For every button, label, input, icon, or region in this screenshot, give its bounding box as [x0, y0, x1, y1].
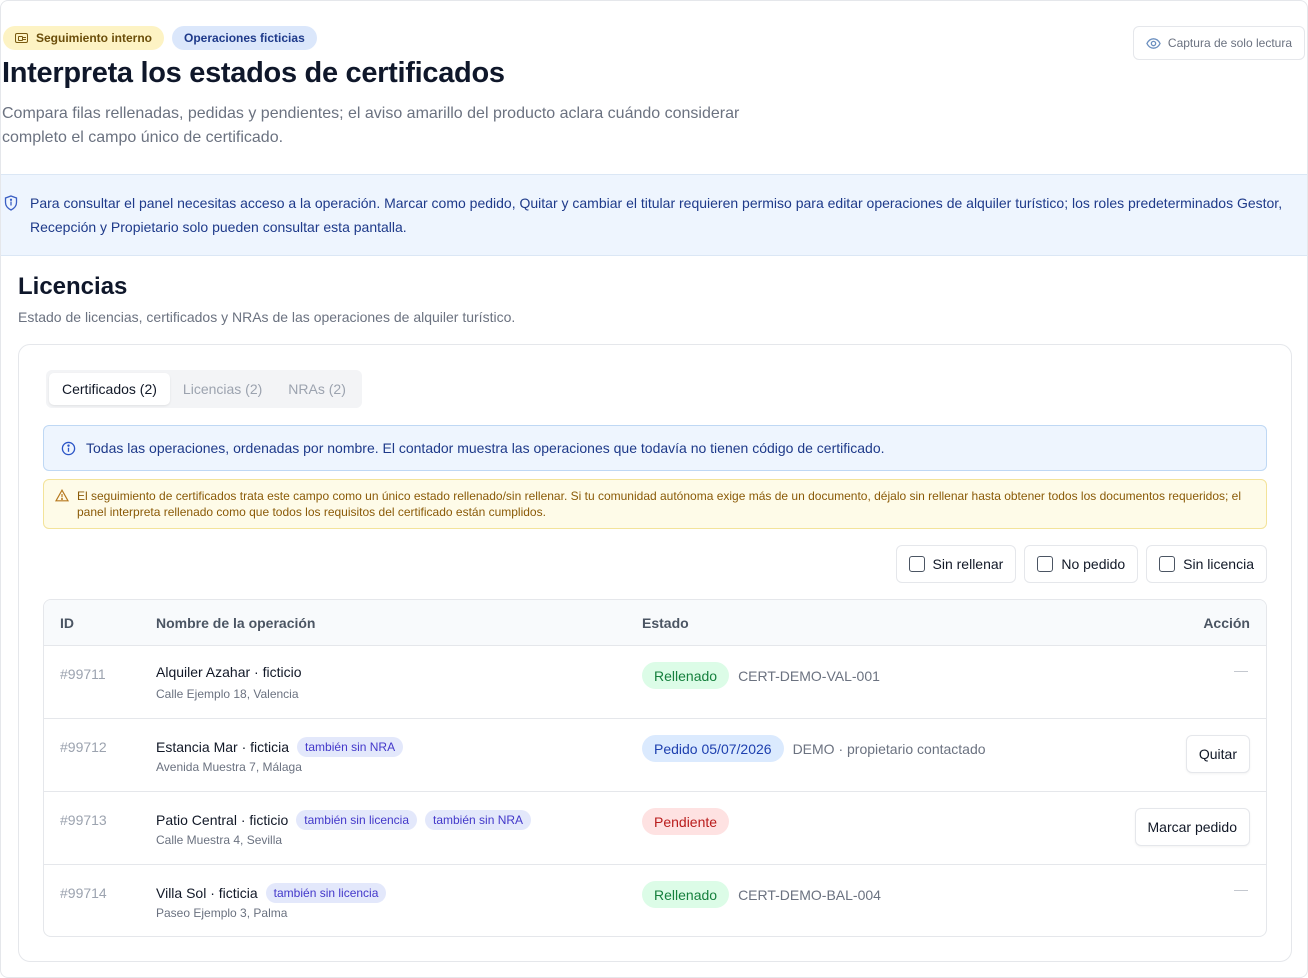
missing-nra-tag: también sin NRA [425, 810, 532, 830]
info-alert: Todas las operaciones, ordenadas por nom… [43, 425, 1267, 471]
internal-tracking-badge: Seguimiento interno [3, 26, 165, 50]
status-detail: CERT-DEMO-BAL-004 [738, 886, 881, 903]
sin-licencia-checkbox[interactable] [1159, 556, 1176, 572]
status-badge: Rellenado [642, 881, 730, 908]
page-title: Interpreta los estados de certificados [2, 57, 505, 89]
sin-licencia-label: Sin licencia [1183, 556, 1254, 572]
sin-rellenar-checkbox[interactable] [908, 556, 925, 572]
table-header: ID Nombre de la operación Estado Acción [44, 600, 1266, 646]
readonly-capture-label: Captura de solo lectura [1167, 36, 1292, 50]
tab-list: Certificados (2) Licencias (2) NRAs (2) [46, 370, 362, 408]
row-status-cell: Rellenado CERT-DEMO-BAL-004 [642, 881, 881, 908]
section-title: Licencias [18, 273, 128, 300]
no-action-dash: — [1234, 662, 1248, 678]
row-name: Estancia Mar · ficticia [156, 739, 290, 755]
filter-sin-licencia[interactable]: Sin licencia [1146, 545, 1267, 583]
warning-alert-text: El seguimiento de certificados trata est… [77, 489, 1242, 519]
warning-triangle-icon [55, 489, 69, 502]
column-header-name: Nombre de la operación [156, 615, 316, 631]
permission-notice-text: Para consultar el panel necesitas acceso… [30, 195, 1283, 235]
row-status-cell: Pedido 05/07/2026 DEMO · propietario con… [642, 735, 986, 762]
certificates-table: ID Nombre de la operación Estado Acción … [43, 599, 1267, 937]
row-name-cell: Estancia Mar · ficticia también sin NRA [156, 737, 404, 757]
shield-info-icon [4, 195, 18, 211]
status-badge: Pedido 05/07/2026 [642, 735, 784, 762]
row-address: Calle Muestra 4, Sevilla [156, 833, 283, 847]
row-address: Calle Ejemplo 18, Valencia [156, 687, 299, 701]
row-address: Paseo Ejemplo 3, Palma [156, 906, 288, 920]
internal-tracking-label: Seguimiento interno [36, 31, 153, 45]
licenses-card: Certificados (2) Licencias (2) NRAs (2) … [18, 344, 1292, 962]
sin-rellenar-label: Sin rellenar [932, 556, 1004, 572]
filter-no-pedido[interactable]: No pedido [1024, 545, 1139, 583]
status-badge: Rellenado [642, 662, 730, 689]
permission-notice-banner: Para consultar el panel necesitas acceso… [1, 174, 1307, 256]
remove-button[interactable]: Quitar [1185, 735, 1250, 773]
row-id: #99713 [60, 812, 107, 828]
no-pedido-checkbox[interactable] [1037, 556, 1054, 572]
row-name-cell: Alquiler Azahar · ficticio [156, 664, 302, 680]
section-description: Estado de licencias, certificados y NRAs… [18, 309, 516, 325]
table-row: #99713 Patio Central · ficticio también … [44, 792, 1266, 865]
fictional-operations-badge: Operaciones ficticias [172, 26, 317, 50]
row-name: Alquiler Azahar · ficticio [156, 664, 302, 680]
row-name: Villa Sol · ficticia [156, 885, 258, 901]
tab-certificados[interactable]: Certificados (2) [49, 373, 170, 405]
mark-requested-button[interactable]: Marcar pedido [1134, 808, 1250, 846]
filter-sin-rellenar[interactable]: Sin rellenar [895, 545, 1017, 583]
row-id: #99711 [60, 666, 106, 682]
status-badge: Pendiente [642, 808, 730, 835]
status-detail: CERT-DEMO-VAL-001 [738, 667, 880, 684]
table-row: #99712 Estancia Mar · ficticia también s… [44, 719, 1266, 792]
header-badges: Seguimiento interno Operaciones ficticia… [3, 26, 317, 50]
tab-licencias[interactable]: Licencias (2) [170, 373, 275, 405]
row-id: #99714 [60, 885, 107, 901]
column-header-action: Acción [1203, 615, 1250, 631]
table-row: #99714 Villa Sol · ficticia también sin … [44, 865, 1266, 936]
no-pedido-label: No pedido [1061, 556, 1126, 572]
info-alert-text: Todas las operaciones, ordenadas por nom… [86, 440, 885, 456]
filter-group: Sin rellenar No pedido Sin licencia [895, 545, 1267, 583]
id-card-icon [15, 33, 28, 43]
page-frame: Seguimiento interno Operaciones ficticia… [0, 0, 1308, 978]
page-subtitle: Compara filas rellenadas, pedidas y pend… [2, 105, 740, 146]
warning-alert: El seguimiento de certificados trata est… [43, 479, 1267, 529]
eye-icon [1146, 37, 1161, 49]
row-address: Avenida Muestra 7, Málaga [156, 760, 302, 774]
tab-nras[interactable]: NRAs (2) [275, 373, 359, 405]
table-row: #99711 Alquiler Azahar · ficticio Calle … [44, 646, 1266, 719]
no-action-dash: — [1234, 881, 1248, 897]
row-status-cell: Pendiente [642, 808, 730, 835]
missing-license-tag: también sin licencia [296, 810, 417, 830]
row-id: #99712 [60, 739, 107, 755]
missing-nra-tag: también sin NRA [297, 737, 404, 757]
column-header-status: Estado [642, 615, 689, 631]
row-name-cell: Villa Sol · ficticia también sin licenci… [156, 883, 387, 903]
row-name: Patio Central · ficticio [156, 812, 289, 828]
status-detail: DEMO · propietario contactado [792, 740, 986, 757]
missing-license-tag: también sin licencia [265, 883, 387, 903]
column-header-id: ID [60, 615, 74, 631]
readonly-capture-button[interactable]: Captura de solo lectura [1132, 26, 1305, 60]
row-status-cell: Rellenado CERT-DEMO-VAL-001 [642, 662, 880, 689]
info-icon [61, 441, 76, 455]
row-name-cell: Patio Central · ficticio también sin lic… [156, 810, 532, 830]
